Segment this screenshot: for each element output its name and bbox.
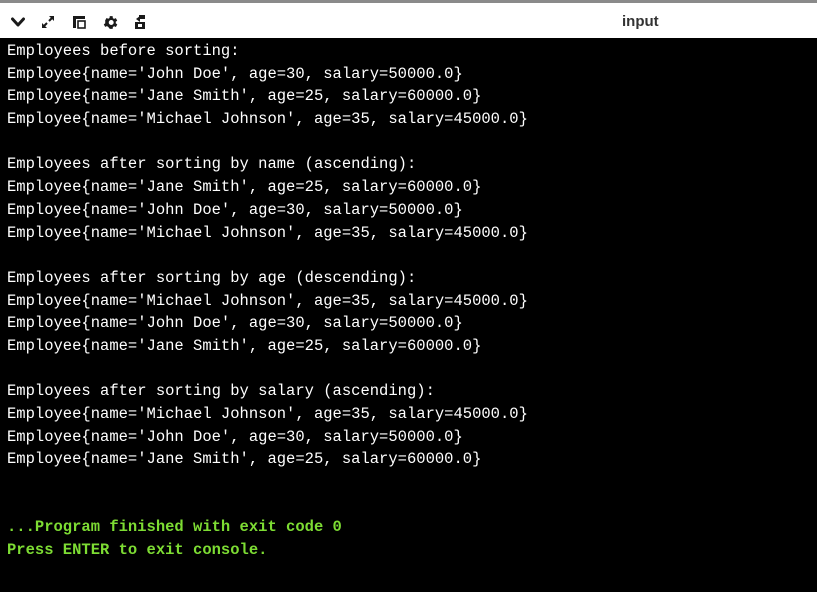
console-line: Employee{name='John Doe', age=30, salary…	[7, 427, 463, 446]
console-line: Press ENTER to exit console.	[7, 541, 268, 560]
console-line: Employee{name='Jane Smith', age=25, sala…	[7, 336, 482, 355]
console-line: ...Program finished with exit code 0	[7, 518, 342, 537]
console-line: Employee{name='Michael Johnson', age=35,…	[7, 291, 528, 310]
console-window: input Employees before sorting: Employee{…	[0, 0, 817, 592]
console-toolbar: input	[0, 0, 817, 38]
expand-icon[interactable]	[36, 9, 60, 35]
console-line: Employees after sorting by age (descendi…	[7, 268, 417, 287]
console-line: Employee{name='Michael Johnson', age=35,…	[7, 405, 528, 423]
console-line: Employees after sorting by name (ascendi…	[7, 155, 417, 174]
chevron-down-icon[interactable]	[6, 9, 30, 35]
console-line: Employee{name='Jane Smith', age=25, sala…	[7, 87, 482, 106]
console-line: Employees before sorting:	[7, 42, 240, 60]
console-line: Employee{name='John Doe', age=30, salary…	[7, 200, 463, 219]
tab-input[interactable]: input	[622, 13, 659, 31]
console-lines: Employees before sorting: Employee{name='…	[7, 40, 528, 562]
console-line: Employee{name='John Doe', age=30, salary…	[7, 64, 463, 83]
console-line: Employees after sorting by salary (ascen…	[7, 382, 435, 401]
console-output[interactable]: Employees before sorting: Employee{name='…	[0, 38, 817, 592]
split-panel-icon[interactable]	[67, 9, 91, 35]
console-line: Employee{name='Jane Smith', age=25, sala…	[7, 450, 482, 469]
console-line: Employee{name='Michael Johnson', age=35,…	[7, 223, 528, 242]
share-icon[interactable]	[128, 9, 152, 35]
console-line: Employee{name='John Doe', age=30, salary…	[7, 314, 463, 333]
gear-icon[interactable]	[98, 9, 122, 35]
console-line: Employee{name='Jane Smith', age=25, sala…	[7, 178, 482, 197]
console-line: Employee{name='Michael Johnson', age=35,…	[7, 110, 528, 129]
